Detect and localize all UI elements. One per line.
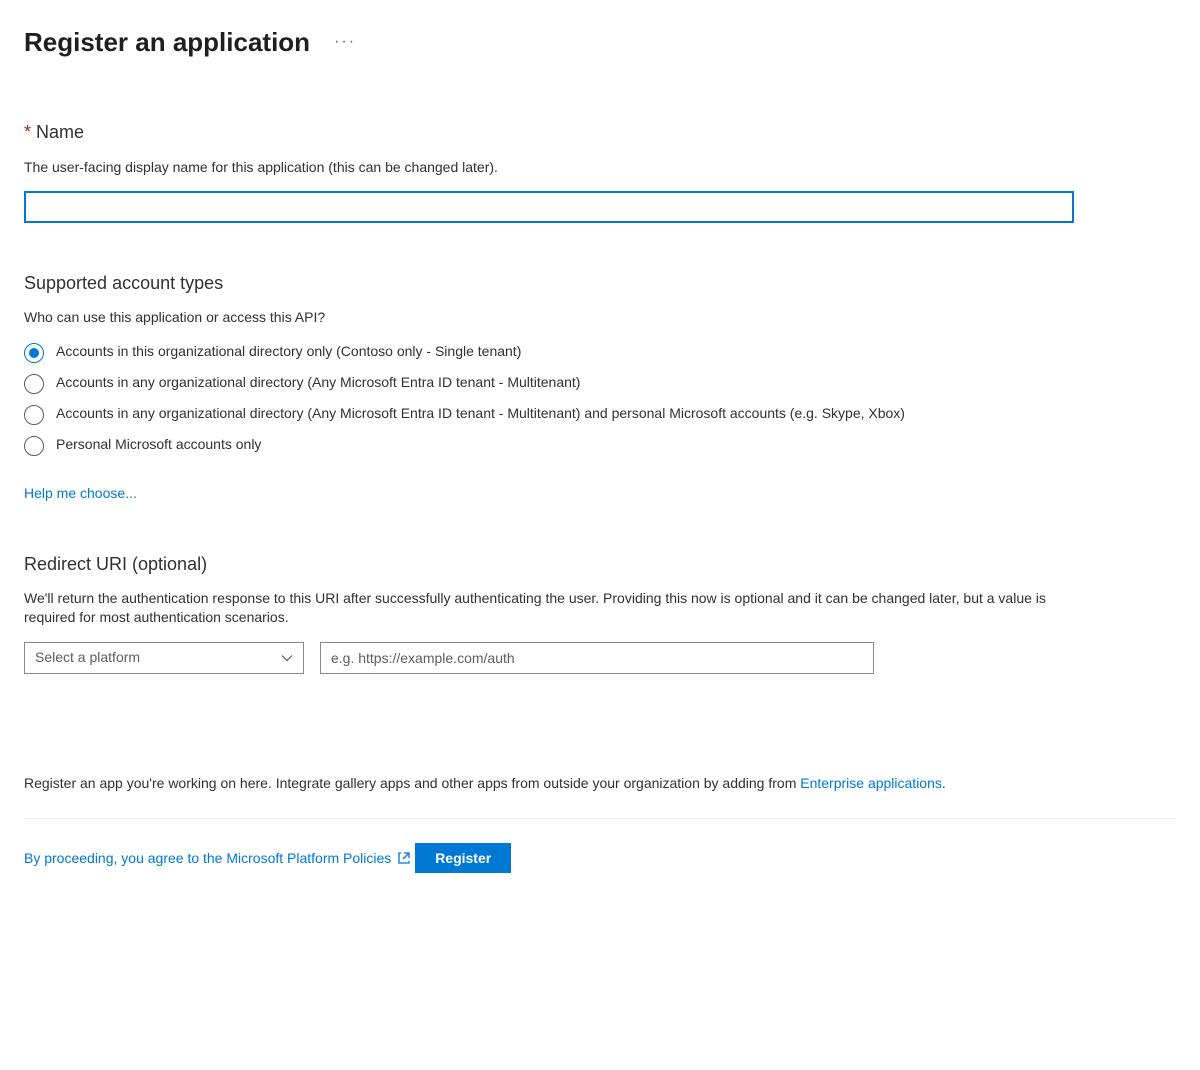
help-me-choose-link[interactable]: Help me choose... <box>24 484 137 504</box>
account-type-option-3[interactable]: Personal Microsoft accounts only <box>24 435 1176 456</box>
external-link-icon <box>397 851 411 865</box>
redirect-uri-section: Redirect URI (optional) We'll return the… <box>24 552 1176 674</box>
platform-policies-link[interactable]: By proceeding, you agree to the Microsof… <box>24 849 411 869</box>
chevron-down-icon <box>281 652 293 664</box>
name-section: Name The user-facing display name for th… <box>24 120 1176 223</box>
account-type-option-2[interactable]: Accounts in any organizational directory… <box>24 404 1176 425</box>
register-button[interactable]: Register <box>415 843 511 873</box>
integrate-text: Register an app you're working on here. … <box>24 775 800 791</box>
account-types-section: Supported account types Who can use this… <box>24 271 1176 503</box>
radio-icon <box>24 436 44 456</box>
radio-label: Personal Microsoft accounts only <box>56 435 261 455</box>
redirect-title: Redirect URI (optional) <box>24 552 1176 577</box>
radio-icon <box>24 343 44 363</box>
policies-text: By proceeding, you agree to the Microsof… <box>24 849 391 869</box>
integrate-note: Register an app you're working on here. … <box>24 774 1176 794</box>
radio-label: Accounts in any organizational directory… <box>56 404 905 424</box>
account-type-option-1[interactable]: Accounts in any organizational directory… <box>24 373 1176 394</box>
platform-select-value: Select a platform <box>35 648 140 668</box>
footer: By proceeding, you agree to the Microsof… <box>24 818 1176 913</box>
account-type-option-0[interactable]: Accounts in this organizational director… <box>24 342 1176 363</box>
name-label: Name <box>24 120 1176 145</box>
name-help: The user-facing display name for this ap… <box>24 158 1176 178</box>
radio-icon <box>24 405 44 425</box>
more-icon[interactable]: ··· <box>334 31 356 53</box>
account-types-help: Who can use this application or access t… <box>24 308 1176 328</box>
integrate-suffix: . <box>942 775 946 791</box>
radio-label: Accounts in this organizational director… <box>56 342 521 362</box>
name-input[interactable] <box>24 191 1074 223</box>
radio-icon <box>24 374 44 394</box>
account-types-title: Supported account types <box>24 271 1176 296</box>
radio-label: Accounts in any organizational directory… <box>56 373 580 393</box>
platform-select[interactable]: Select a platform <box>24 642 304 674</box>
redirect-uri-input[interactable] <box>320 642 874 674</box>
enterprise-applications-link[interactable]: Enterprise applications <box>800 775 942 791</box>
page-title: Register an application <box>24 24 310 60</box>
redirect-help: We'll return the authentication response… <box>24 589 1074 628</box>
